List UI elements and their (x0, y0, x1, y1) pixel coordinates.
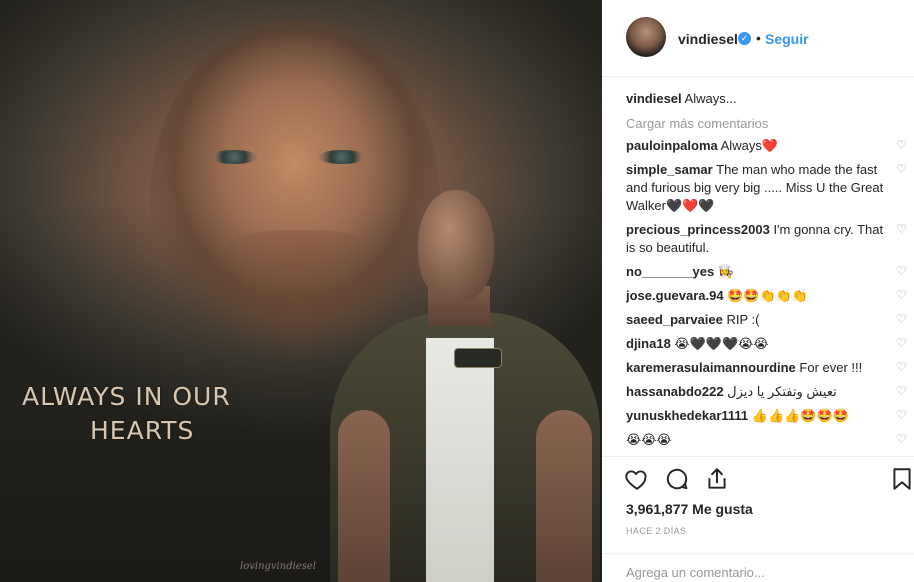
portrait-eye-left (210, 150, 258, 164)
figure-tshirt (426, 338, 494, 582)
post-side-panel: vindiesel ✓ • Seguir vindiesel Always...… (602, 0, 914, 582)
comment-like-heart-icon[interactable]: ♡ (896, 361, 908, 373)
add-comment-input[interactable] (626, 563, 886, 581)
comment-like-heart-icon[interactable]: ♡ (896, 385, 908, 397)
image-watermark: lovingvindiesel (240, 561, 316, 572)
comment-username[interactable]: jose.guevara.94 (626, 288, 724, 303)
instagram-post-modal: ALWAYS IN OUR HEARTS lovingvindiesel vin… (0, 0, 914, 582)
caption-text: Always... (684, 91, 737, 106)
verified-badge-icon: ✓ (738, 32, 751, 45)
comment-rows: pauloinpaloma Always❤️ ♡ simple_samar The … (626, 137, 908, 449)
standing-figure (330, 190, 600, 582)
comment-text: 👩‍🍳 (717, 264, 734, 279)
portrait-eye-right (318, 150, 366, 164)
comment-item: karemerasulaimannourdine For ever !!! ♡ (626, 359, 908, 377)
comment-like-heart-icon[interactable]: ♡ (896, 289, 908, 301)
comment-username[interactable]: no_______yes (626, 264, 714, 279)
comment-text: 🤩🤩👏👏👏 (727, 288, 809, 303)
comment-like-heart-icon[interactable]: ♡ (896, 313, 908, 325)
comment-text: تعيش وتفتكر يا ديزل (727, 384, 837, 399)
image-overlay-text: ALWAYS IN OUR HEARTS (22, 380, 302, 448)
post-header: vindiesel ✓ • Seguir (602, 0, 914, 77)
comment-like-heart-icon[interactable]: ♡ (896, 139, 908, 151)
comment-text: 😭🖤🖤🖤😭😭 (674, 336, 769, 351)
separator-dot: • (756, 30, 761, 46)
add-comment-bar (602, 553, 914, 582)
bookmark-icon[interactable] (889, 466, 914, 492)
comment-item: simple_samar The man who made the fast a… (626, 161, 908, 215)
comment-item: pauloinpaloma Always❤️ ♡ (626, 137, 908, 155)
likes-count[interactable]: 3,961,877 Me gusta (626, 501, 753, 517)
image-overlay-line1: ALWAYS IN OUR (22, 382, 231, 411)
comment-like-heart-icon[interactable]: ♡ (896, 409, 908, 421)
comment-item: precious_princess2003 I'm gonna cry. Tha… (626, 221, 908, 257)
figure-name-patch (454, 348, 502, 368)
comment-item: yunuskhedekar1111 👍👍👍🤩🤩🤩 ♡ (626, 407, 908, 425)
comment-like-heart-icon[interactable]: ♡ (896, 433, 908, 445)
comment-username[interactable]: simple_samar (626, 162, 713, 177)
comment-item: no_______yes 👩‍🍳 ♡ (626, 263, 908, 281)
comment-username[interactable]: djina18 (626, 336, 671, 351)
post-photo[interactable]: ALWAYS IN OUR HEARTS lovingvindiesel (0, 0, 602, 582)
comment-item: jose.guevara.94 🤩🤩👏👏👏 ♡ (626, 287, 908, 305)
comment-like-heart-icon[interactable]: ♡ (896, 223, 908, 235)
comment-text: Always❤️ (720, 138, 779, 153)
post-caption: vindiesel Always... (626, 90, 908, 108)
speech-bubble-icon[interactable] (664, 466, 690, 492)
comment-like-heart-icon[interactable]: ♡ (896, 163, 908, 175)
comment-username[interactable]: pauloinpaloma (626, 138, 718, 153)
heart-outline-icon[interactable] (624, 466, 650, 492)
figure-arm-right (536, 410, 592, 582)
post-timestamp[interactable]: HACE 2 DÍAS (626, 526, 686, 536)
comment-username[interactable]: karemerasulaimannourdine (626, 360, 796, 375)
caption-username[interactable]: vindiesel (626, 91, 682, 106)
comment-like-heart-icon[interactable]: ♡ (896, 265, 908, 277)
comment-like-heart-icon[interactable]: ♡ (896, 337, 908, 349)
comment-username[interactable]: yunuskhedekar1111 (626, 408, 748, 423)
comment-item: djina18 😭🖤🖤🖤😭😭 ♡ (626, 335, 908, 353)
avatar-ring (626, 17, 666, 57)
load-more-comments-button[interactable]: Cargar más comentarios (626, 116, 908, 131)
comment-text: 😭😭😭 (626, 432, 672, 447)
avatar[interactable] (626, 17, 666, 57)
figure-arm-left (338, 410, 390, 582)
image-overlay-line2: HEARTS (90, 416, 195, 445)
comment-username[interactable]: hassanabdo222 (626, 384, 724, 399)
header-username[interactable]: vindiesel (678, 31, 738, 47)
comment-username[interactable]: precious_princess2003 (626, 222, 770, 237)
action-bar: 3,961,877 Me gusta HACE 2 DÍAS (602, 456, 914, 542)
comment-text: For ever !!! (799, 360, 863, 375)
follow-button[interactable]: Seguir (765, 31, 809, 47)
comment-item: saeed_parvaiee RIP :( ♡ (626, 311, 908, 329)
comments-list[interactable]: vindiesel Always... Cargar más comentari… (626, 90, 908, 456)
comment-username[interactable]: saeed_parvaiee (626, 312, 723, 327)
comment-text: RIP :( (726, 312, 760, 327)
figure-head (418, 190, 494, 302)
comment-item: hassanabdo222 تعيش وتفتكر يا ديزل ♡ (626, 383, 908, 401)
comment-item: 😭😭😭 ♡ (626, 431, 908, 449)
comment-text: 👍👍👍🤩🤩🤩 (751, 408, 849, 423)
share-upload-icon[interactable] (704, 466, 730, 492)
